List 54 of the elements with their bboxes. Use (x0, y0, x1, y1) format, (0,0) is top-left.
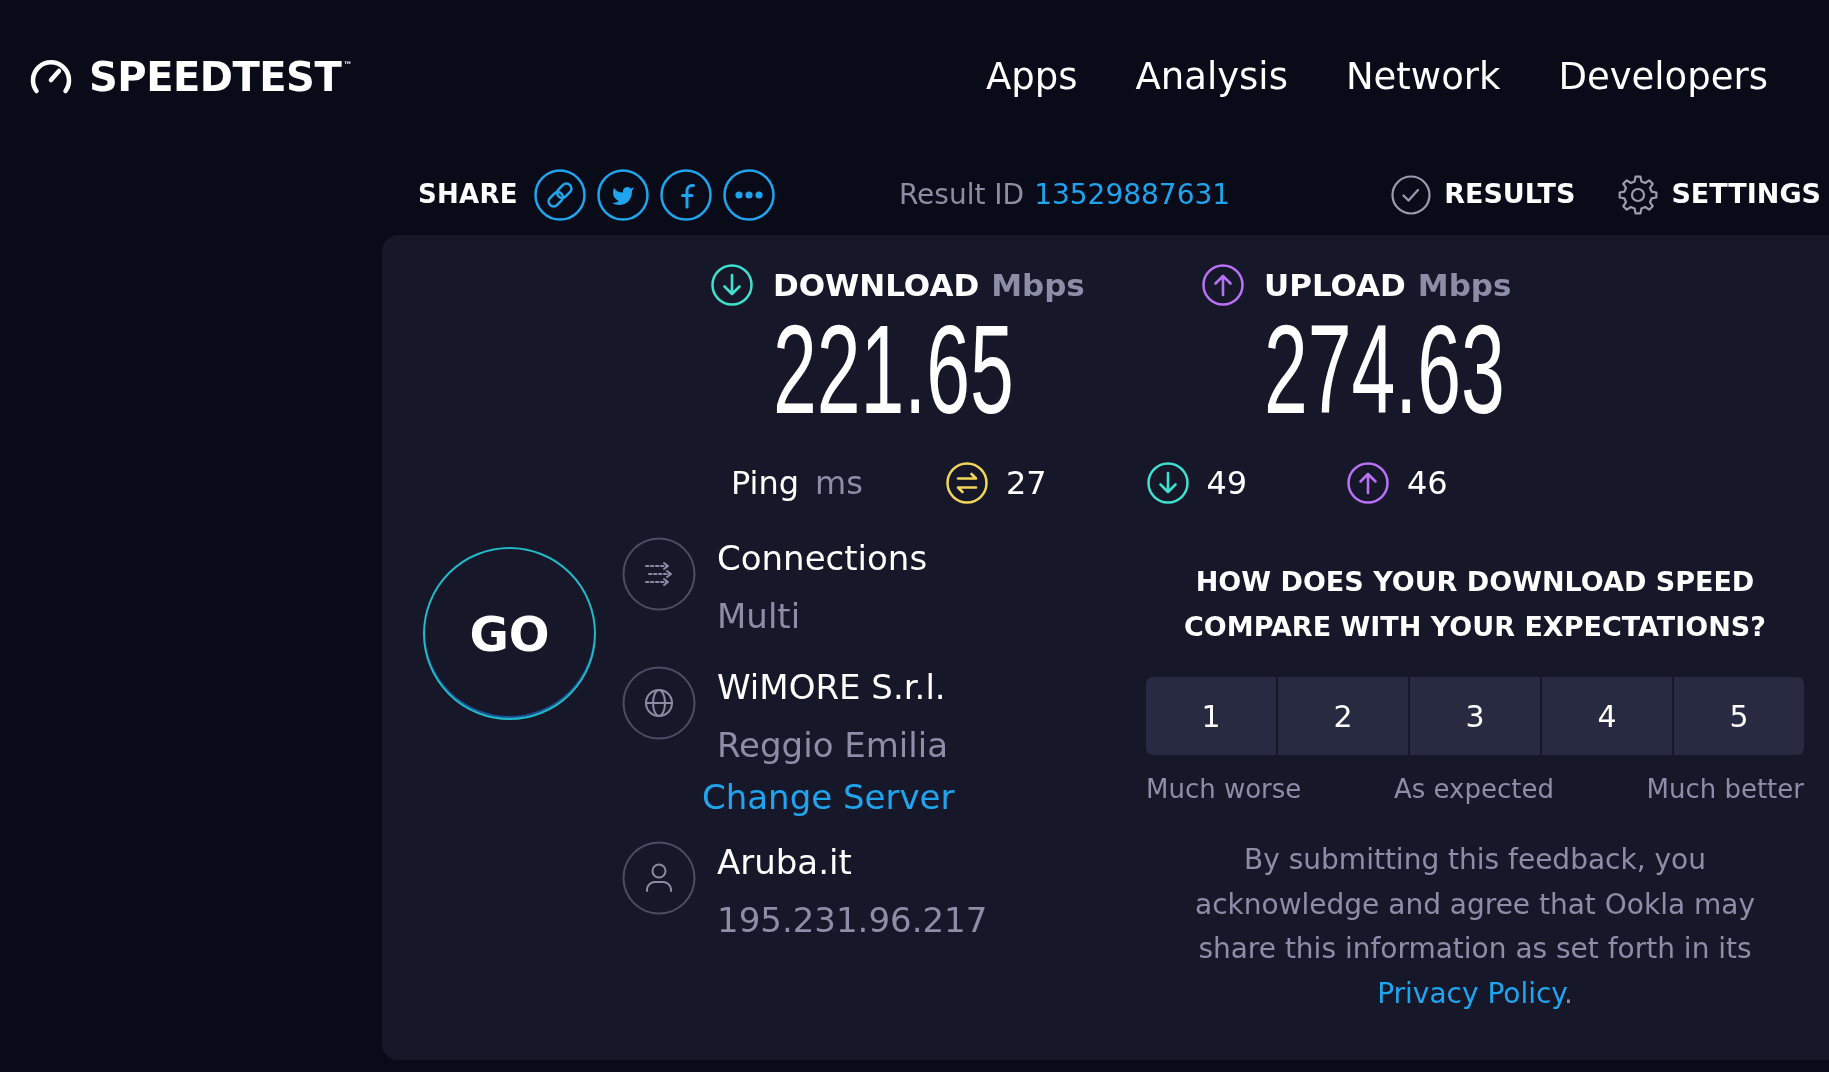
speed-label: UPLOAD (1264, 269, 1406, 301)
rating-option[interactable]: 4 (1542, 677, 1672, 755)
ping-unit: ms (815, 463, 863, 503)
connections-icon (622, 537, 696, 611)
rating-option[interactable]: 3 (1410, 677, 1540, 755)
facebook-icon[interactable] (659, 168, 712, 221)
upload-icon (1347, 462, 1389, 504)
results-button[interactable]: RESULTS (1391, 174, 1576, 215)
bird-icon[interactable] (596, 168, 649, 221)
rating-option[interactable]: 2 (1278, 677, 1408, 755)
download-icon (1146, 462, 1189, 504)
ping-icon (946, 462, 988, 504)
nav-link[interactable]: Analysis (1135, 54, 1288, 100)
ping-label: Ping (731, 463, 800, 503)
upload-icon (1202, 264, 1244, 306)
user-icon (622, 841, 696, 915)
download-icon (711, 264, 753, 306)
nav-link[interactable]: Developers (1558, 54, 1768, 100)
nav-link[interactable]: Apps (985, 54, 1078, 100)
ping-value: 46 (1407, 463, 1448, 504)
speed-label: DOWNLOAD (773, 269, 980, 301)
rating-option[interactable]: 5 (1674, 677, 1804, 755)
ping-value: 49 (1206, 463, 1248, 504)
result-id-link[interactable]: 13529887631 (1034, 177, 1231, 211)
rating-option[interactable]: 1 (1146, 677, 1276, 755)
settings-icon (1618, 174, 1659, 215)
detail-title: Connections (717, 537, 928, 580)
detail-subtitle: Multi (717, 595, 802, 638)
change-server-link[interactable]: Change Server (702, 774, 955, 820)
settings-button[interactable]: SETTINGS (1618, 174, 1821, 215)
check-circle-icon (1391, 174, 1432, 215)
speed-unit: Mbps (1417, 269, 1512, 301)
survey-question: HOW DOES YOUR DOWNLOAD SPEED COMPARE WITH YOUR EXPECTATIONS? (1183, 565, 1767, 644)
detail-title: WiMORE S.r.l. (717, 666, 947, 709)
globe-icon (622, 666, 696, 740)
privacy-policy-link[interactable]: Privacy Policy (1377, 976, 1564, 1010)
scale-label: As expected (1393, 773, 1554, 806)
nav-link[interactable]: Network (1345, 54, 1501, 100)
link-icon[interactable] (533, 168, 586, 221)
speed-value: 221.65 (773, 306, 1014, 433)
result-id-label: Result ID (898, 177, 1025, 211)
feedback-disclaimer: By submitting this feedback, you acknowledge and agree that Ookla may share this information as set forth in its Privacy Policy. (1194, 842, 1756, 1012)
detail-subtitle: 195.231.96.217 (717, 899, 988, 942)
scale-label: Much better (1646, 773, 1804, 806)
more-icon[interactable] (722, 168, 775, 221)
speed-value: 274.63 (1264, 306, 1505, 433)
logo-text[interactable]: SPEEDTEST$^{™}$ (89, 57, 352, 97)
speed-unit: Mbps (991, 269, 1085, 301)
detail-title: Aruba.it (717, 841, 853, 884)
go-button[interactable]: GO (423, 547, 596, 720)
ping-value: 27 (1006, 463, 1047, 504)
share-label: SHARE (418, 178, 518, 211)
detail-subtitle: Reggio Emilia (717, 724, 949, 767)
scale-label: Much worse (1146, 773, 1302, 806)
